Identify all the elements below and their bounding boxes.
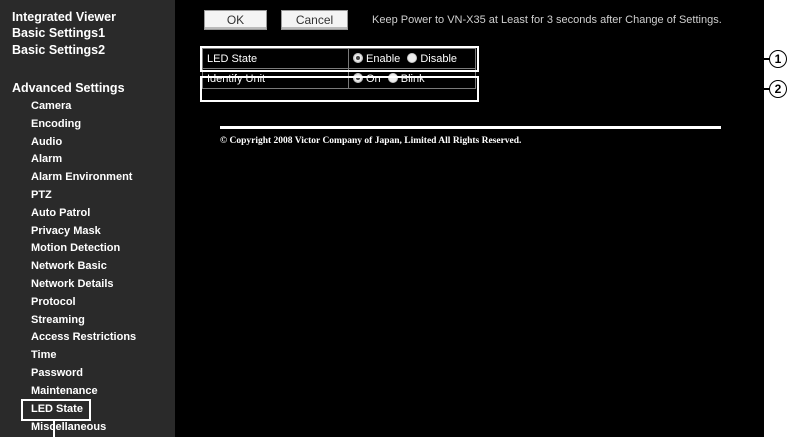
- callout-line-1: [479, 58, 771, 60]
- menu-time[interactable]: Time: [31, 349, 56, 361]
- menu-auto-patrol[interactable]: Auto Patrol: [31, 207, 90, 219]
- led-state-menu-highlight: [21, 399, 91, 421]
- menu-integrated-viewer[interactable]: Integrated Viewer: [12, 10, 116, 24]
- menu-protocol[interactable]: Protocol: [31, 296, 76, 308]
- menu-network-basic[interactable]: Network Basic: [31, 260, 107, 272]
- sidebar-menu: Integrated Viewer Basic Settings1 Basic …: [0, 0, 175, 437]
- power-notice: Keep Power to VN-X35 at Least for 3 seco…: [372, 14, 722, 26]
- identify-unit-highlight: [200, 76, 479, 102]
- menu-maintenance[interactable]: Maintenance: [31, 385, 98, 397]
- footer-divider: [220, 126, 721, 129]
- menu-alarm-environment[interactable]: Alarm Environment: [31, 171, 132, 183]
- callout-number-2: 2: [769, 80, 787, 98]
- menu-basic-settings1[interactable]: Basic Settings1: [12, 26, 105, 40]
- menu-streaming[interactable]: Streaming: [31, 314, 85, 326]
- led-state-highlight: [200, 46, 479, 72]
- callout-leader-line: [53, 421, 55, 437]
- menu-ptz[interactable]: PTZ: [31, 189, 52, 201]
- menu-password[interactable]: Password: [31, 367, 83, 379]
- menu-camera[interactable]: Camera: [31, 100, 71, 112]
- menu-miscellaneous[interactable]: Miscellaneous: [31, 421, 106, 433]
- menu-encoding[interactable]: Encoding: [31, 118, 81, 130]
- menu-privacy-mask[interactable]: Privacy Mask: [31, 225, 101, 237]
- menu-alarm[interactable]: Alarm: [31, 153, 62, 165]
- menu-advanced-settings[interactable]: Advanced Settings: [12, 81, 125, 95]
- menu-basic-settings2[interactable]: Basic Settings2: [12, 43, 105, 57]
- callout-line-2: [479, 88, 771, 90]
- menu-motion-detection[interactable]: Motion Detection: [31, 242, 120, 254]
- ok-button[interactable]: OK: [204, 10, 267, 30]
- callout-number-1: 1: [769, 50, 787, 68]
- menu-access-restrictions[interactable]: Access Restrictions: [31, 331, 136, 343]
- menu-audio[interactable]: Audio: [31, 136, 62, 148]
- copyright-text: © Copyright 2008 Victor Company of Japan…: [220, 136, 522, 146]
- cancel-button[interactable]: Cancel: [281, 10, 348, 30]
- menu-network-details[interactable]: Network Details: [31, 278, 114, 290]
